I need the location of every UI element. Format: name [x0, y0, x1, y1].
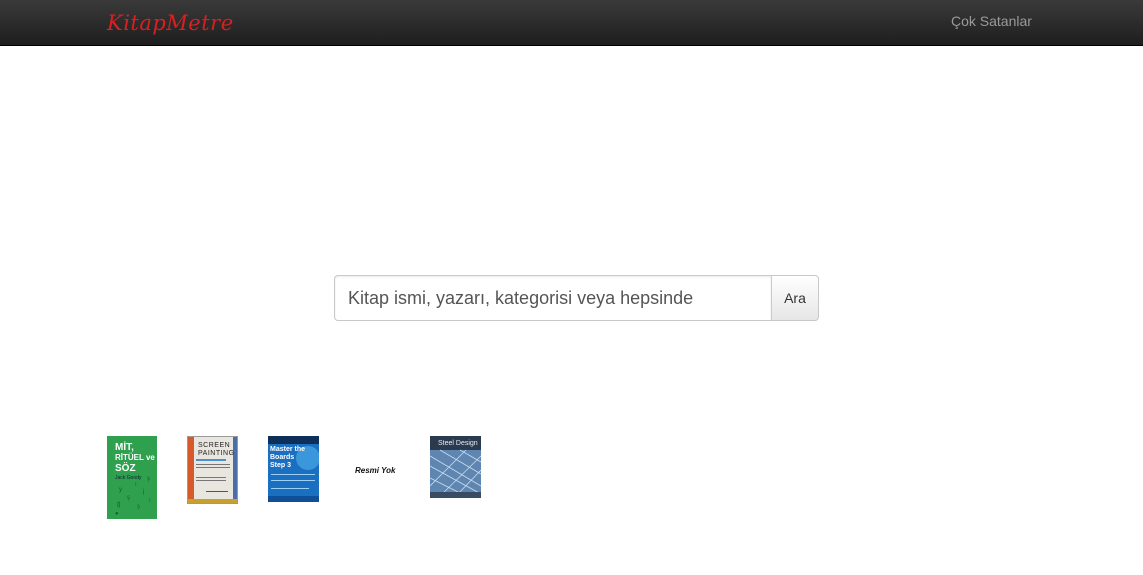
- svg-text:●: ●: [115, 511, 119, 517]
- book-cover-1[interactable]: MİT, RİTÜEL ve SÖZ Jack Goody şıy jşı ğş…: [107, 436, 157, 519]
- svg-text:y: y: [119, 487, 122, 493]
- book-cover-2[interactable]: SCREEN PAINTING: [187, 436, 238, 504]
- brand-logo[interactable]: KitapMetre: [107, 11, 234, 35]
- top-navbar: KitapMetre Çok Satanlar: [0, 0, 1143, 46]
- search-input[interactable]: [334, 275, 771, 321]
- svg-text:j: j: [142, 489, 144, 495]
- book-2-title-line-1: SCREEN: [198, 442, 231, 449]
- book-3-title-line-1: Master the: [270, 446, 306, 453]
- book-cover-4-no-image[interactable]: Resmi Yok: [349, 436, 400, 506]
- search-form: Ara: [334, 275, 819, 321]
- book-cover-5[interactable]: Steel Design: [430, 436, 481, 498]
- book-3-title-line-3: Step 3: [270, 462, 292, 469]
- svg-text:ı: ı: [149, 498, 151, 504]
- book-4-no-image-label: Resmi Yok: [355, 466, 396, 475]
- book-2-title-line-2: PAINTING: [198, 450, 235, 457]
- book-1-letter-pattern: ş ı y j ş ı ğ ş ●: [115, 476, 151, 517]
- svg-text:ş: ş: [137, 504, 140, 510]
- svg-text:ı: ı: [135, 482, 137, 488]
- svg-text:ş: ş: [127, 495, 130, 501]
- nav-link-best-sellers[interactable]: Çok Satanlar: [951, 13, 1032, 29]
- book-3-title-line-2: Boards: [270, 454, 295, 461]
- book-5-title: Steel Design: [438, 440, 478, 447]
- svg-text:ş: ş: [147, 476, 150, 482]
- search-button[interactable]: Ara: [771, 275, 819, 321]
- svg-text:ğ: ğ: [117, 502, 120, 508]
- book-cover-3[interactable]: Master the Boards Step 3: [268, 436, 319, 502]
